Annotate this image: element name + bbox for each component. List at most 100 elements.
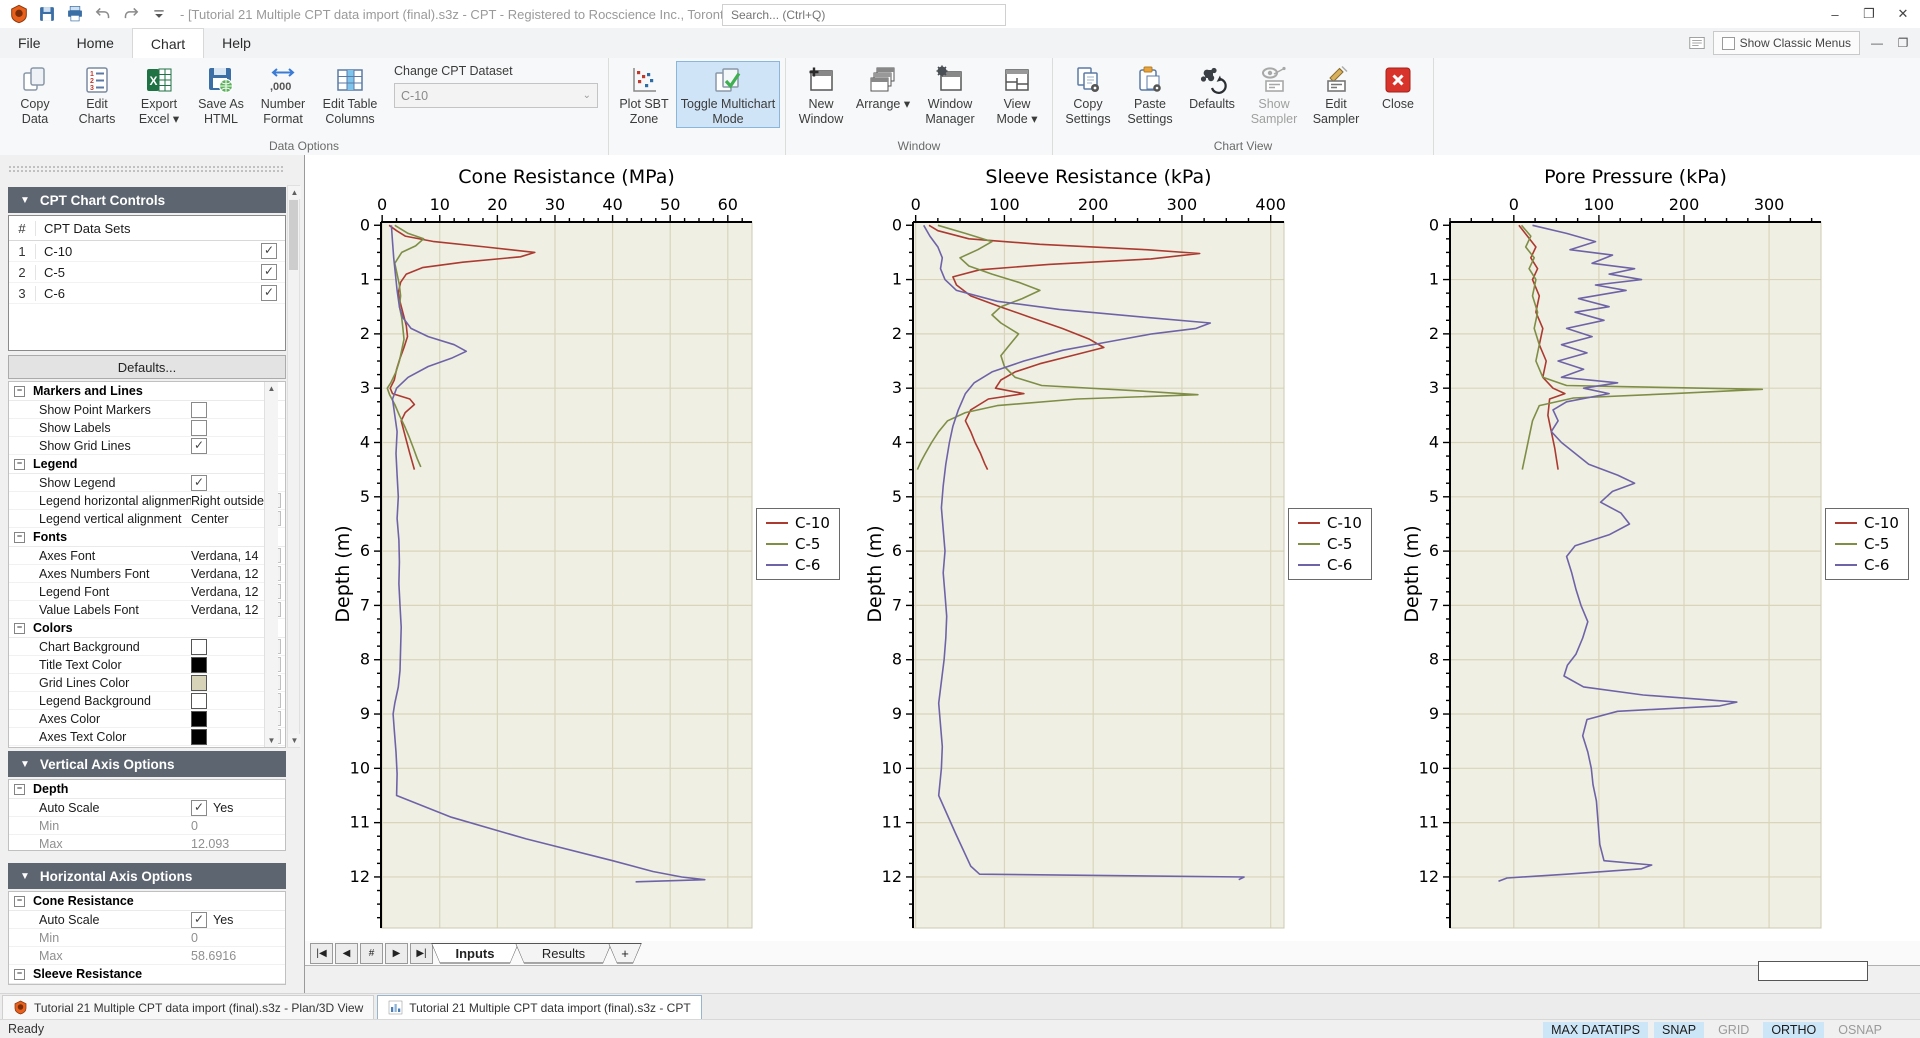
ribbon-button-new-window[interactable]: New Window: [791, 61, 851, 128]
property-checkbox[interactable]: ✓: [191, 800, 207, 816]
collapse-box-icon[interactable]: −: [14, 784, 25, 795]
property-checkbox[interactable]: ✓: [191, 912, 207, 928]
property-category-cone-resistance[interactable]: −Cone Resistance: [9, 892, 285, 911]
collapse-box-icon[interactable]: −: [14, 623, 25, 634]
sheet-tab-inputs[interactable]: Inputs: [431, 943, 519, 964]
horizontal-axis-options-header[interactable]: ▼ Horizontal Axis Options: [8, 863, 286, 889]
ribbon-button-close[interactable]: Close: [1368, 61, 1428, 114]
svg-text:1: 1: [1429, 270, 1439, 289]
status-toggle-osnap[interactable]: OSNAP: [1830, 1022, 1890, 1038]
property-checkbox[interactable]: [191, 402, 207, 418]
ribbon-button-edit-charts[interactable]: 123Edit Charts: [67, 61, 127, 128]
ribbon-button-defaults[interactable]: Defaults: [1182, 61, 1242, 114]
property-category-colors[interactable]: −Colors: [9, 619, 285, 638]
status-toggle-max-datatips[interactable]: MAX DATATIPS: [1543, 1022, 1648, 1038]
dataset-visible-checkbox[interactable]: ✓: [261, 285, 277, 301]
ribbon-button-window-manager[interactable]: Window Manager: [915, 61, 985, 128]
ribbon-tab-chart[interactable]: Chart: [132, 28, 204, 59]
ribbon-tab-home[interactable]: Home: [59, 28, 132, 57]
property-category-sleeve-resistance[interactable]: −Sleeve Resistance: [9, 965, 285, 984]
scroll-down-icon[interactable]: ▼: [265, 734, 278, 747]
ellipsis-button[interactable]: …: [264, 747, 281, 748]
color-swatch[interactable]: [191, 675, 207, 691]
property-category-depth[interactable]: −Depth: [9, 780, 285, 799]
property-category-markers-and-lines[interactable]: −Markers and Lines: [9, 382, 285, 401]
ribbon-button-copy-data[interactable]: Copy Data: [5, 61, 65, 128]
ribbon-button-save-as-html[interactable]: Save As HTML: [191, 61, 251, 128]
status-toggle-snap[interactable]: SNAP: [1654, 1022, 1704, 1038]
sidebar-scrollbar[interactable]: ▲ ▼: [287, 185, 300, 748]
collapse-box-icon[interactable]: −: [14, 532, 25, 543]
dataset-row-c-6[interactable]: 3C-6✓: [9, 283, 285, 304]
property-category-fonts[interactable]: −Fonts: [9, 528, 285, 547]
scroll-up-icon[interactable]: ▲: [265, 382, 278, 395]
sheet-nav-first[interactable]: |◀: [310, 943, 333, 964]
panel-grip[interactable]: [8, 165, 284, 174]
undo-icon[interactable]: [92, 3, 114, 25]
print-icon[interactable]: [64, 3, 86, 25]
sheet-tab-add[interactable]: +: [608, 943, 642, 964]
cpt-chart-controls-header[interactable]: ▼ CPT Chart Controls: [8, 187, 286, 213]
collapse-box-icon[interactable]: −: [14, 459, 25, 470]
status-toggle-ortho[interactable]: ORTHO: [1763, 1022, 1824, 1038]
close-window-button[interactable]: ✕: [1886, 0, 1920, 28]
dataset-visible-checkbox[interactable]: ✓: [261, 264, 277, 280]
dataset-number: 3: [9, 286, 36, 301]
color-swatch[interactable]: [191, 747, 207, 749]
maximize-button[interactable]: ❐: [1852, 0, 1886, 28]
ribbon-button-export-excel[interactable]: XExport Excel ▾: [129, 61, 189, 128]
ribbon-button-copy-settings[interactable]: Copy Settings: [1058, 61, 1118, 128]
collapse-box-icon[interactable]: −: [14, 969, 25, 980]
sheet-nav-hash[interactable]: #: [360, 943, 383, 964]
redo-icon[interactable]: [120, 3, 142, 25]
save-icon[interactable]: [36, 3, 58, 25]
properties-scrollbar[interactable]: ▲ ▼: [264, 382, 278, 747]
property-category-legend[interactable]: −Legend: [9, 455, 285, 474]
touch-mode-icon[interactable]: [1689, 36, 1705, 50]
ribbon-button-plot-sbt-zone[interactable]: Plot SBT Zone: [614, 61, 674, 128]
scroll-down-icon[interactable]: ▼: [288, 734, 301, 747]
mdi-restore-icon[interactable]: ❐: [1894, 36, 1912, 50]
qat-customize-icon[interactable]: [148, 3, 170, 25]
minimize-button[interactable]: –: [1818, 0, 1852, 28]
sheet-nav-next[interactable]: ▶: [385, 943, 408, 964]
color-swatch[interactable]: [191, 729, 207, 745]
ribbon-button-edit-sampler[interactable]: Edit Sampler: [1306, 61, 1366, 128]
sheet-tab-results[interactable]: Results: [515, 943, 612, 964]
collapse-box-icon[interactable]: −: [14, 896, 25, 907]
search-input[interactable]: [722, 4, 1006, 26]
dataset-row-c-5[interactable]: 2C-5✓: [9, 262, 285, 283]
ribbon-button-arrange[interactable]: Arrange ▾: [853, 61, 913, 114]
document-tab-1[interactable]: Tutorial 21 Multiple CPT data import (fi…: [2, 995, 374, 1019]
cpt-dataset-select[interactable]: C-10⌄: [394, 83, 598, 108]
ribbon-button-label: Toggle Multichart Mode: [678, 97, 778, 126]
ribbon-tab-help[interactable]: Help: [204, 28, 269, 57]
property-checkbox[interactable]: ✓: [191, 475, 207, 491]
ribbon-button-view-mode[interactable]: View Mode ▾: [987, 61, 1047, 128]
ribbon-button-toggle-multichart[interactable]: Toggle Multichart Mode: [676, 61, 780, 128]
ribbon-button-number-format[interactable]: ,000Number Format: [253, 61, 313, 128]
show-classic-menus-button[interactable]: Show Classic Menus: [1713, 31, 1860, 55]
mdi-minimize-icon[interactable]: —: [1868, 36, 1886, 50]
color-swatch[interactable]: [191, 657, 207, 673]
vertical-axis-options-header[interactable]: ▼ Vertical Axis Options: [8, 751, 286, 777]
scrollbar-thumb[interactable]: [289, 200, 298, 270]
ribbon-tab-file[interactable]: File: [0, 28, 59, 57]
defaults-dialog-button[interactable]: Defaults...: [8, 355, 286, 379]
sheet-nav-last[interactable]: ▶|: [410, 943, 433, 964]
color-swatch[interactable]: [191, 711, 207, 727]
scroll-up-icon[interactable]: ▲: [288, 186, 301, 199]
dataset-row-c-10[interactable]: 1C-10✓: [9, 241, 285, 262]
color-swatch[interactable]: [191, 693, 207, 709]
property-checkbox[interactable]: [191, 420, 207, 436]
property-checkbox[interactable]: ✓: [191, 438, 207, 454]
classic-menus-checkbox[interactable]: [1722, 37, 1735, 50]
ribbon-button-edit-table-columns[interactable]: Edit Table Columns: [315, 61, 385, 128]
color-swatch[interactable]: [191, 639, 207, 655]
collapse-box-icon[interactable]: −: [14, 386, 25, 397]
ribbon-button-paste-settings[interactable]: Paste Settings: [1120, 61, 1180, 128]
document-tab-2[interactable]: Tutorial 21 Multiple CPT data import (fi…: [377, 995, 701, 1019]
dataset-visible-checkbox[interactable]: ✓: [261, 243, 277, 259]
sheet-nav-prev[interactable]: ◀: [335, 943, 358, 964]
status-toggle-grid[interactable]: GRID: [1710, 1022, 1757, 1038]
